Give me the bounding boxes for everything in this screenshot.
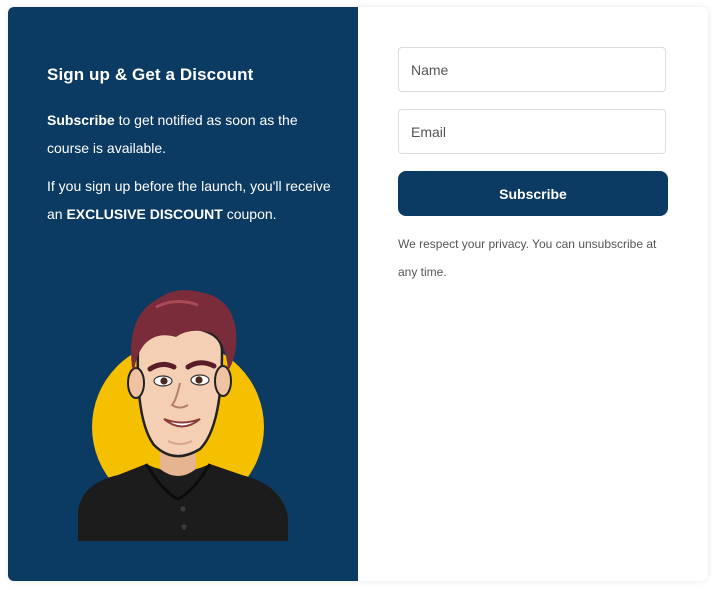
exclusive-discount-text: EXCLUSIVE DISCOUNT bbox=[66, 206, 223, 222]
form-panel: Subscribe We respect your privacy. You c… bbox=[358, 7, 708, 581]
subscribe-bold-text: Subscribe bbox=[47, 112, 115, 128]
signup-card: Sign up & Get a Discount Subscribe to ge… bbox=[8, 7, 708, 581]
promo-panel: Sign up & Get a Discount Subscribe to ge… bbox=[8, 7, 358, 581]
avatar-right-ear bbox=[214, 365, 232, 397]
name-field bbox=[398, 47, 666, 92]
avatar-left-ear bbox=[127, 367, 145, 399]
subscribe-button[interactable]: Subscribe bbox=[398, 171, 668, 216]
email-field bbox=[398, 109, 666, 154]
privacy-notice: We respect your privacy. You can unsubsc… bbox=[398, 237, 657, 279]
cartoon-avatar-illustration bbox=[78, 290, 288, 541]
name-input[interactable] bbox=[399, 48, 665, 91]
email-input[interactable] bbox=[399, 110, 665, 153]
subscribe-description: Subscribe to get notified as soon as the… bbox=[47, 106, 332, 162]
promo-title: Sign up & Get a Discount bbox=[47, 65, 254, 84]
discount-description-end: coupon. bbox=[222, 206, 277, 222]
discount-description: If you sign up before the launch, you'll… bbox=[47, 172, 332, 228]
avatar-face bbox=[136, 325, 224, 458]
